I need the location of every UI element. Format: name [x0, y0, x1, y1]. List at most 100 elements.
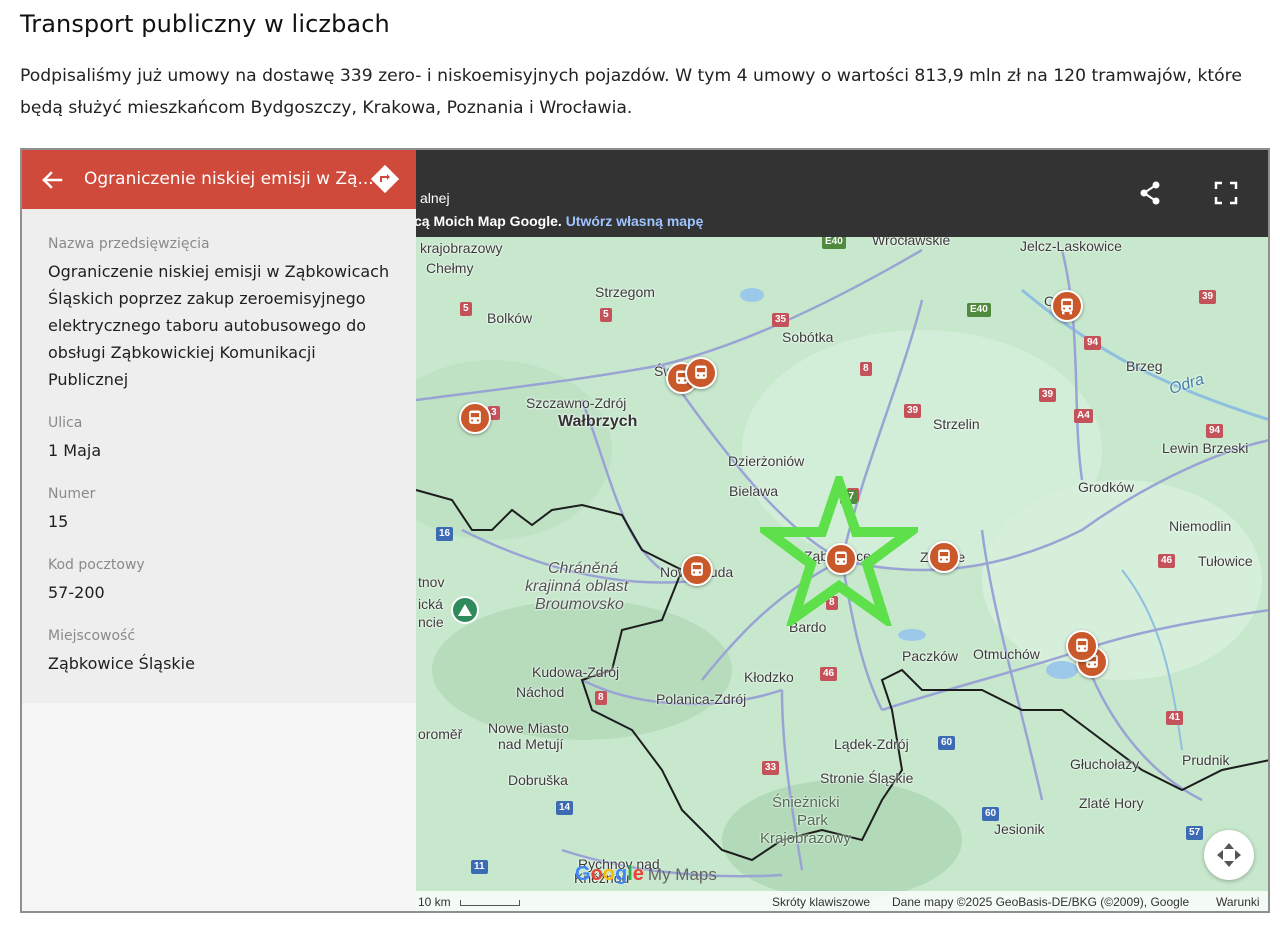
place-label: Strzegom [595, 284, 655, 300]
field-label: Numer [48, 486, 96, 502]
bus-marker[interactable] [928, 541, 960, 573]
place-label: Grodków [1078, 479, 1135, 495]
place-label: Kłodzko [744, 669, 794, 685]
panel-title: Ograniczenie niskiej emisji w Zą... [84, 169, 374, 189]
road-shield: 94 [1206, 424, 1224, 438]
bus-marker[interactable] [1066, 630, 1098, 662]
field-value: Ograniczenie niskiej emisji w Ząbkowicac… [48, 262, 390, 389]
share-button[interactable] [1132, 175, 1168, 211]
directions-icon [370, 164, 400, 194]
field-project-name: Nazwa przedsięwzięcia Ograniczenie niski… [48, 236, 398, 393]
field-value: 1 Maja [48, 441, 102, 460]
bus-marker[interactable] [459, 402, 491, 434]
road-shield: 57 [1186, 826, 1204, 840]
field-label: Kod pocztowy [48, 557, 145, 573]
road-shield: 60 [938, 736, 956, 750]
field-city: Miejscowość Ząbkowice Śląskie [48, 628, 398, 677]
arrow-left-icon [42, 171, 63, 189]
field-value: 57-200 [48, 583, 105, 602]
place-label: ická [418, 596, 443, 612]
road-shield: E40 [822, 235, 846, 249]
field-postal-code: Kod pocztowy 57-200 [48, 557, 398, 606]
my-maps-label: My Maps [647, 865, 717, 884]
road-shield: 33 [762, 761, 780, 775]
road-shield: 16 [436, 527, 454, 541]
road-shield: 60 [982, 807, 1000, 821]
google-letter-o2: o [602, 863, 615, 885]
map-subtitle: alnej [420, 190, 450, 206]
place-label: ncie [418, 614, 444, 630]
place-label: Niemodlin [1169, 518, 1232, 534]
road-shield: 46 [1158, 554, 1176, 568]
place-label: Jesionik [994, 821, 1045, 837]
park-label: Śnieżnicki [772, 794, 840, 811]
place-label: Paczków [902, 648, 959, 664]
bus-icon [691, 562, 703, 576]
bus-marker[interactable] [681, 554, 713, 586]
place-label: Otmuchów [973, 646, 1040, 662]
field-label: Miejscowość [48, 628, 136, 644]
place-label: nad Metují [498, 736, 564, 752]
place-label: Sobótka [782, 329, 834, 345]
bus-marker[interactable] [685, 357, 717, 389]
terms-link[interactable]: Warunki [1216, 895, 1260, 909]
page-title: Transport publiczny w liczbach [20, 10, 390, 38]
map-attribution: cą Moich Map Google. Utwórz własną mapę [414, 213, 703, 229]
map-embed: krajobrazowy Chełmy Wrocławskie Jelcz-La… [20, 148, 1270, 913]
google-letter-o1: o [590, 863, 603, 885]
place-label: Chełmy [426, 260, 474, 276]
place-label: Jelcz-Laskowice [1020, 238, 1122, 254]
panel-header: Ograniczenie niskiej emisji w Zą... [22, 150, 416, 209]
road-shield: 8 [860, 362, 872, 376]
field-street: Ulica 1 Maja [48, 415, 398, 464]
place-label: Kudowa-Zdrój [532, 664, 620, 680]
place-label: Bolków [487, 310, 533, 326]
road-shield: 39 [904, 404, 922, 418]
recenter-icon [1217, 843, 1241, 867]
place-label: Zlaté Hory [1079, 795, 1144, 811]
bus-icon [695, 365, 707, 379]
google-letter-e: e [632, 863, 644, 885]
place-label: Tułowice [1198, 553, 1253, 569]
recenter-button[interactable] [1204, 830, 1254, 880]
bus-marker[interactable] [1051, 290, 1083, 322]
intro-paragraph: Podpisaliśmy już umowy na dostawę 339 ze… [20, 66, 1242, 118]
bus-icon [835, 551, 847, 565]
back-button[interactable] [38, 166, 66, 194]
directions-button[interactable] [370, 164, 400, 194]
map-data-attribution[interactable]: Dane mapy ©2025 GeoBasis-DE/BKG (©2009),… [892, 895, 1189, 909]
bus-icon [1076, 638, 1088, 652]
road-shield: 35 [772, 313, 790, 327]
fullscreen-icon [1214, 181, 1238, 205]
place-label: krajobrazowy [420, 240, 503, 256]
place-label: Polanica-Zdrój [656, 691, 747, 707]
fullscreen-button[interactable] [1208, 175, 1244, 211]
field-label: Nazwa przedsięwzięcia [48, 236, 210, 252]
details-panel: Ograniczenie niskiej emisji w Zą... Nazw… [22, 150, 416, 911]
google-logo: Google My Maps [575, 863, 717, 886]
create-map-link[interactable]: Utwórz własną mapę [566, 213, 704, 229]
place-label: Náchod [516, 684, 565, 700]
road-shield: 39 [1199, 290, 1217, 304]
road-shield: 46 [820, 667, 838, 681]
road-shield: 5 [600, 308, 612, 322]
road-shield: 14 [556, 801, 574, 815]
field-number: Numer 15 [48, 486, 398, 535]
selected-bus-marker[interactable] [825, 543, 857, 575]
place-label: Głuchołazy [1070, 756, 1140, 772]
place-label: Nowe Miasto [488, 720, 569, 736]
place-label: Lewin Brzeski [1162, 440, 1249, 456]
place-label: Broumovsko [535, 596, 624, 613]
road-shield: 39 [1039, 388, 1057, 402]
field-value: 15 [48, 512, 69, 531]
road-shield: 8 [595, 691, 607, 705]
map-footer: 10 km Skróty klawiszowe Dane mapy ©2025 … [416, 891, 1268, 911]
place-label: Prudnik [1182, 752, 1230, 768]
keyboard-shortcuts-link[interactable]: Skróty klawiszowe [772, 895, 870, 909]
bus-icon [1061, 298, 1073, 315]
place-label: oroměř [418, 726, 463, 742]
attribution-text: cą Moich Map Google. [414, 213, 562, 229]
place-label: Strzelin [933, 416, 980, 432]
road-shield: 5 [460, 302, 472, 316]
mountain-icon[interactable] [451, 596, 479, 624]
